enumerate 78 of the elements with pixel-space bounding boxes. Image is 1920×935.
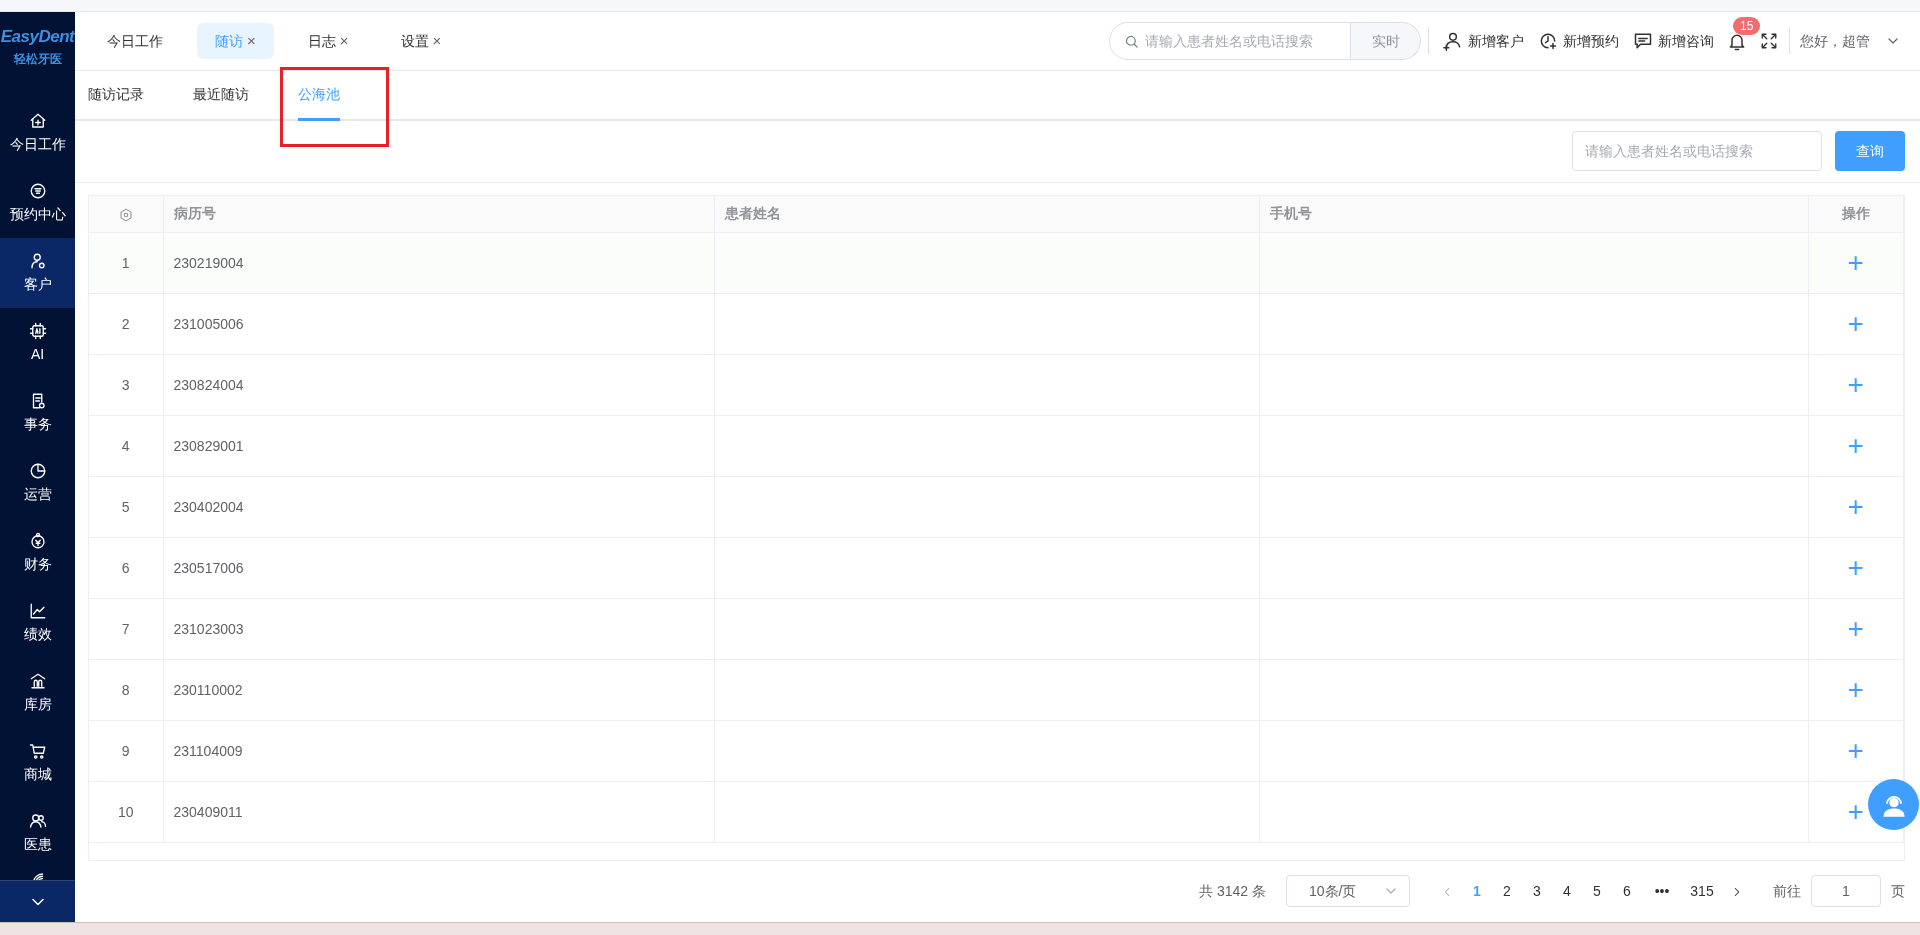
tab[interactable]: 设置 × (382, 23, 460, 60)
pie-chart-icon (28, 461, 47, 480)
goto-label: 前往 (1773, 881, 1801, 901)
cart-icon (28, 741, 47, 760)
expand-button[interactable] (0, 880, 75, 922)
sidebar-item[interactable]: AI (0, 308, 75, 378)
row-number: 6 (89, 537, 163, 599)
search-icon (1124, 33, 1139, 49)
page-number[interactable]: 3 (1522, 880, 1552, 902)
sidebar-item[interactable]: 医患 (0, 798, 75, 868)
page-number[interactable]: 5 (1582, 880, 1612, 902)
logo-text: EasyDent (0, 26, 75, 48)
table-cell: 230829001 (163, 415, 714, 477)
header-action[interactable]: 新增咨询 (1626, 30, 1721, 52)
row-number: 5 (89, 476, 163, 538)
page-field[interactable]: 1 (1811, 875, 1881, 908)
total-count: 共 3142 条 (1199, 881, 1266, 901)
tab[interactable]: 今日工作 (89, 23, 181, 60)
table-cell: 231104009 (163, 720, 714, 782)
sidebar-item[interactable]: 财务 (0, 518, 75, 588)
table-cell: 230110002 (163, 659, 714, 721)
column-header: 患者姓名 (714, 195, 1259, 233)
sidebar-item[interactable]: 绩效 (0, 588, 75, 658)
table-cell: 230517006 (163, 537, 714, 599)
page-number[interactable]: 6 (1612, 880, 1642, 902)
row-number: 9 (89, 720, 163, 782)
user-icon (28, 251, 47, 270)
money-bag-icon (28, 531, 47, 550)
page-number[interactable]: 2 (1492, 880, 1522, 902)
warehouse-icon (28, 671, 47, 690)
row-number: 4 (89, 415, 163, 477)
table-cell: 230409011 (163, 781, 714, 843)
row-number: 7 (89, 598, 163, 660)
subtab[interactable]: 最近随访 (193, 71, 249, 122)
sidebar-item[interactable]: 事务 (0, 378, 75, 448)
row-number: 8 (89, 659, 163, 721)
table-cell: 230402004 (163, 476, 714, 538)
row-number: 1 (89, 232, 163, 294)
table-cell: 230219004 (163, 232, 714, 294)
settings-icon (118, 207, 133, 222)
table-cell: 231005006 (163, 293, 714, 355)
table-cell: 231023003 (163, 598, 714, 660)
column-header: 病历号 (163, 195, 714, 233)
home-icon (28, 111, 47, 130)
line-chart-icon (28, 601, 47, 620)
column-header: 手机号 (1259, 195, 1808, 233)
row-number: 3 (89, 354, 163, 416)
page-number[interactable]: 315 (1682, 880, 1722, 902)
sidebar-item[interactable]: 预约中心 (0, 168, 75, 238)
header-action[interactable]: 新增客户 (1436, 30, 1531, 52)
people-icon (28, 811, 47, 830)
sidebar-item[interactable]: 商城 (0, 728, 75, 798)
sidebar-item[interactable]: 库房 (0, 658, 75, 728)
fullscreen-icon (1760, 32, 1778, 51)
subtab[interactable]: 随访记录 (88, 71, 144, 122)
user-menu[interactable]: 您好，超管 (1793, 30, 1908, 52)
tab[interactable]: 随访 × (197, 23, 274, 60)
page-suffix: 页 (1891, 881, 1905, 901)
row-number: 10 (89, 781, 163, 843)
page-number[interactable]: ••• (1642, 880, 1682, 902)
notification-badge: 15 (1733, 16, 1761, 35)
sidebar-item[interactable]: 客户 (0, 238, 75, 308)
page-number[interactable]: 4 (1552, 880, 1582, 902)
tab[interactable]: 日志 × (289, 23, 367, 60)
add-user-icon (1443, 31, 1463, 52)
chip-icon (28, 321, 47, 340)
page-size-select[interactable]: 10条/页 (1286, 875, 1410, 908)
logo-subtitle: 轻松牙医 (13, 50, 62, 68)
circle-badge-icon (28, 181, 47, 200)
support-button[interactable] (1868, 779, 1919, 830)
row-number: 2 (89, 293, 163, 355)
sidebar-item[interactable]: 今日工作 (0, 98, 75, 168)
sidebar-item[interactable]: 运营 (0, 448, 75, 518)
clock-plus-icon (1538, 31, 1558, 52)
column-header: 操作 (1808, 195, 1904, 233)
search-field[interactable]: 请输入患者姓名或电话搜索 (1572, 131, 1822, 172)
header-action[interactable]: 新增预约 (1531, 30, 1626, 52)
table-cell: 230824004 (163, 354, 714, 416)
